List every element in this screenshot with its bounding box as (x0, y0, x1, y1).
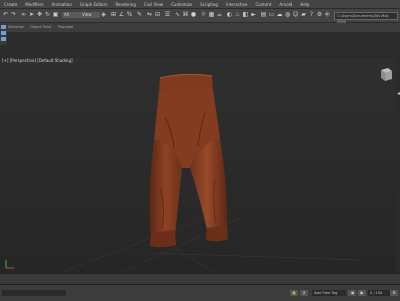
selection-filter-dropdown[interactable]: All (62, 12, 80, 18)
axis-tripod (5, 260, 14, 269)
ribbon-tab-selection[interactable]: Selection (8, 25, 24, 29)
menu-rendering[interactable]: Rendering (111, 2, 139, 7)
menu-civil-view[interactable]: Civil View (140, 2, 167, 7)
menu-customize[interactable]: Customize (167, 2, 196, 7)
ribbon-tab-object-paint[interactable]: Object Paint (30, 25, 51, 29)
status-bar: 🔒 ⚷ Add Time Tag ◀ ▶ 0 / 100 ⏲ (0, 284, 400, 301)
menu-content[interactable]: Content (251, 2, 275, 7)
window-icon[interactable]: ▭ (268, 11, 275, 18)
arrow-icon[interactable]: ► (250, 11, 257, 18)
menu-scripting[interactable]: Scripting (196, 2, 222, 7)
menu-animation[interactable]: Animation (48, 2, 76, 7)
project-path-field[interactable]: C:\Users\Documents\3ds Max 2020 (334, 12, 398, 24)
play-backward-icon[interactable]: ◀ (348, 290, 356, 296)
add-time-tag[interactable]: Add Time Tag (312, 290, 346, 296)
help-icon[interactable]: ? (308, 11, 315, 18)
maxscript-listener[interactable] (2, 290, 66, 296)
main-toolbar: ↶ ↷ ∞ ➤ ✥ ↻ ▣ All View ◈ ⊞ ∠ % ✎ ⇋ ⊟ ☰ ∿… (0, 9, 400, 24)
curve-editor-icon[interactable]: ∿ (174, 11, 181, 18)
time-config-icon[interactable]: ⏲ (390, 290, 398, 296)
ribbon-tabs: Selection Object Paint Populate (0, 23, 400, 33)
lock-icon[interactable]: 🔒 (290, 290, 298, 296)
menu-graph-editors[interactable]: Graph Editors (76, 2, 111, 7)
percent-snap-icon[interactable]: % (126, 11, 133, 18)
teapot-icon[interactable]: ♨ (234, 11, 241, 18)
settings-icon[interactable]: ⚙ (316, 11, 323, 18)
cloud-icon[interactable]: ☁ (276, 11, 283, 18)
rotate-icon[interactable]: ↻ (44, 11, 51, 18)
ribbon-tab-populate[interactable]: Populate (58, 25, 73, 29)
globe-icon[interactable]: ◍ (284, 11, 291, 18)
frame-counter[interactable]: 0 / 100 (368, 290, 392, 296)
play-icon[interactable]: ▶ (358, 290, 366, 296)
align-icon[interactable]: ⊟ (154, 11, 161, 18)
modeling-tool-icon[interactable] (1, 25, 6, 29)
folder-icon[interactable]: ▰ (300, 11, 307, 18)
scale-icon[interactable]: ▣ (52, 11, 59, 18)
link-icon[interactable]: ∞ (20, 11, 27, 18)
user-icon[interactable]: ☺ (292, 11, 299, 18)
layer-icon[interactable]: ☰ (164, 11, 171, 18)
selection-tool-icon[interactable] (1, 37, 6, 41)
menu-bar: Create Modifiers Animation Graph Editors… (0, 0, 400, 9)
render-setup-icon[interactable]: ☼ (200, 11, 207, 18)
pants-model[interactable] (149, 73, 228, 248)
reference-coordinate-dropdown[interactable]: View (80, 12, 100, 18)
menu-arnold[interactable]: Arnold (275, 2, 296, 7)
angle-snap-icon[interactable]: ∠ (118, 11, 125, 18)
menu-create[interactable]: Create (0, 2, 21, 7)
schematic-icon[interactable]: ⌘ (182, 11, 189, 18)
render-frame-icon[interactable]: ▦ (208, 11, 215, 18)
viewport-scene (5, 73, 361, 273)
pivot-icon[interactable]: ◈ (100, 11, 107, 18)
grid-icon[interactable]: ▤ (260, 11, 267, 18)
key-icon[interactable]: ⚷ (300, 290, 308, 296)
redo-icon[interactable]: ↷ (10, 11, 17, 18)
move-icon[interactable]: ✥ (36, 11, 43, 18)
time-slider[interactable] (0, 273, 400, 289)
freeform-tool-icon[interactable] (1, 31, 6, 35)
undo-icon[interactable]: ↶ (2, 11, 9, 18)
snap-icon[interactable]: ⊞ (110, 11, 117, 18)
select-icon[interactable]: ➤ (28, 11, 35, 18)
menu-help[interactable]: Help (296, 2, 313, 7)
left-command-strip (0, 23, 7, 45)
menu-modifiers[interactable]: Modifiers (21, 2, 47, 7)
sign-in-icon[interactable]: ⎆ (324, 11, 331, 18)
menu-interactive[interactable]: Interactive (222, 2, 252, 7)
material-editor-icon[interactable]: ● (190, 11, 197, 18)
arnold-icon[interactable]: ◐ (226, 11, 233, 18)
named-selection-icon[interactable]: ✎ (136, 11, 143, 18)
viewport-shading-icon[interactable]: ◧ (242, 11, 249, 18)
mirror-icon[interactable]: ⇋ (146, 11, 153, 18)
viewcube-icon[interactable] (378, 66, 394, 84)
render-icon[interactable]: ☕ (216, 11, 223, 18)
